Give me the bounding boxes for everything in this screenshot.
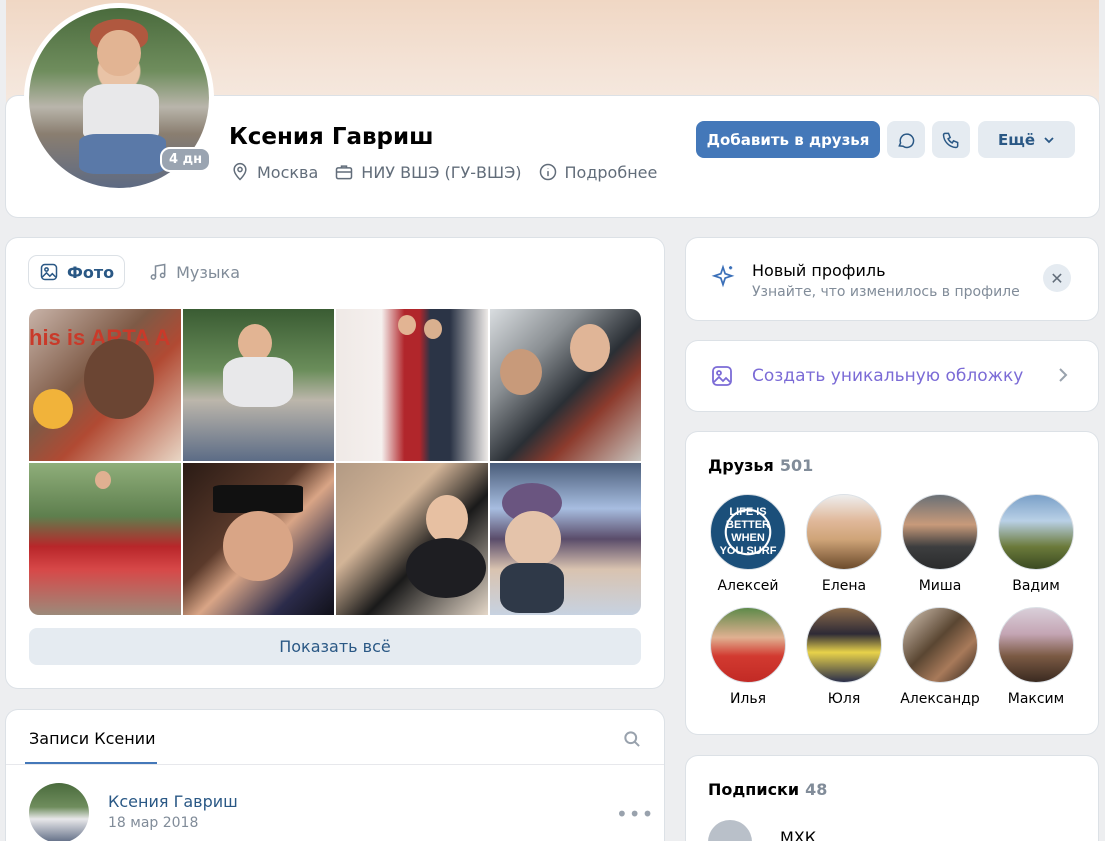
subscriptions-title-label: Подписки	[708, 780, 800, 799]
more-button-label: Ещё	[997, 130, 1035, 149]
new-profile-title: Новый профиль	[752, 261, 886, 280]
friend-item[interactable]: LIFE IS BETTER WHEN YOU SURF Алексей	[700, 494, 796, 594]
profile-name: Ксения Гавриш	[229, 124, 434, 150]
online-badge: 4 дн	[160, 147, 212, 172]
photo-thumbnail[interactable]	[29, 463, 181, 615]
profile-details-link[interactable]: Подробнее	[538, 162, 658, 182]
profile-university-label: НИУ ВШЭ (ГУ-ВШЭ)	[361, 162, 522, 182]
friend-avatar	[902, 607, 978, 683]
sparkle-icon	[711, 264, 735, 288]
friend-avatar	[806, 494, 882, 570]
profile-university[interactable]: НИУ ВШЭ (ГУ-ВШЭ)	[334, 162, 522, 182]
media-card: Фото Музыка his is ARTA A Показать всё	[6, 238, 664, 688]
profile-city-label: Москва	[257, 162, 319, 182]
search-icon[interactable]	[622, 729, 642, 749]
post-date[interactable]: 18 мар 2018	[108, 815, 198, 831]
friend-name: Миша	[918, 578, 962, 594]
create-cover-link[interactable]: Создать уникальную обложку	[686, 341, 1098, 411]
new-profile-subtitle: Узнайте, что изменилось в профиле	[752, 284, 1020, 300]
more-button[interactable]: Ещё	[978, 121, 1075, 158]
posts-divider	[6, 764, 664, 765]
friend-name: Максим	[1007, 691, 1065, 707]
photo-thumbnail[interactable]	[182, 463, 334, 615]
friends-title[interactable]: Друзья 501	[708, 456, 813, 475]
new-profile-banner[interactable]: Новый профиль Узнайте, что изменилось в …	[686, 238, 1098, 320]
profile-city[interactable]: Москва	[230, 162, 318, 182]
show-all-photos-button[interactable]: Показать всё	[29, 628, 641, 665]
music-note-icon	[150, 263, 166, 280]
image-icon	[40, 263, 58, 281]
photo-thumbnail[interactable]	[182, 309, 334, 461]
location-pin-icon	[233, 162, 247, 181]
image-icon	[712, 366, 732, 386]
message-button[interactable]	[887, 121, 925, 158]
friend-name: Юля	[827, 691, 861, 707]
photo-thumbnail[interactable]: his is ARTA A	[29, 309, 181, 461]
friend-avatar	[806, 607, 882, 683]
friend-name: Илья	[729, 691, 767, 707]
friend-name: Александр	[900, 691, 980, 707]
friend-name: Елена	[821, 578, 867, 594]
friend-avatar-text: LIFE IS BETTER WHEN YOU SURF	[719, 506, 777, 557]
friend-name: Алексей	[717, 578, 779, 594]
subscriptions-card: Подписки 48 МХК	[686, 756, 1098, 841]
friends-title-label: Друзья	[708, 456, 774, 475]
friend-avatar: LIFE IS BETTER WHEN YOU SURF	[710, 494, 786, 570]
friend-item[interactable]: Илья	[700, 607, 796, 707]
friend-avatar	[902, 494, 978, 570]
post-author-name[interactable]: Ксения Гавриш	[108, 792, 238, 811]
info-icon	[539, 163, 556, 181]
friends-grid: LIFE IS BETTER WHEN YOU SURF Алексей Еле…	[700, 494, 1084, 707]
chevron-right-icon	[1059, 368, 1068, 382]
friend-item[interactable]: Елена	[796, 494, 892, 594]
briefcase-icon	[336, 165, 353, 180]
create-cover-label: Создать уникальную обложку	[752, 366, 1024, 386]
friend-item[interactable]: Максим	[988, 607, 1084, 707]
friend-item[interactable]: Александр	[892, 607, 988, 707]
profile-details-label: Подробнее	[564, 162, 658, 182]
photo-thumbnail[interactable]	[336, 309, 488, 461]
photo-thumbnail[interactable]	[336, 463, 488, 615]
photo-thumbnail[interactable]	[489, 463, 641, 615]
friend-avatar	[710, 607, 786, 683]
friends-card: Друзья 501 LIFE IS BETTER WHEN YOU SURF А…	[686, 432, 1098, 734]
media-tabs: Фото Музыка	[29, 256, 250, 288]
tab-posts[interactable]: Записи Ксении	[29, 729, 155, 748]
post-author-avatar[interactable]	[29, 783, 89, 841]
tab-music[interactable]: Музыка	[138, 256, 250, 288]
chevron-down-icon	[1044, 136, 1054, 143]
photo-grid: his is ARTA A	[29, 309, 641, 615]
close-icon[interactable]: ✕	[1043, 264, 1071, 292]
call-button[interactable]	[932, 121, 970, 158]
tab-music-label: Музыка	[176, 262, 241, 282]
subscription-avatar[interactable]	[708, 820, 752, 841]
subscriptions-title[interactable]: Подписки 48	[708, 780, 827, 799]
friend-item[interactable]: Вадим	[988, 494, 1084, 594]
tab-photos-label: Фото	[67, 262, 115, 282]
friend-item[interactable]: Миша	[892, 494, 988, 594]
subscription-name[interactable]: МХК	[780, 828, 816, 841]
phone-icon	[942, 132, 959, 148]
posts-card: Записи Ксении Ксения Гавриш 18 мар 2018 …	[6, 710, 664, 841]
profile-info-row: Москва НИУ ВШЭ (ГУ-ВШЭ) Подробнее	[230, 162, 657, 182]
friend-name: Вадим	[1012, 578, 1060, 594]
friend-avatar	[998, 494, 1074, 570]
tab-photos[interactable]: Фото	[29, 256, 124, 288]
friends-count: 501	[779, 456, 814, 475]
message-bubble-icon	[898, 132, 915, 148]
photo-thumbnail[interactable]	[489, 309, 641, 461]
friend-avatar	[998, 607, 1074, 683]
add-friend-button[interactable]: Добавить в друзья	[696, 121, 880, 158]
post-more-icon[interactable]: •••	[616, 802, 654, 826]
friend-item[interactable]: Юля	[796, 607, 892, 707]
subscriptions-count: 48	[805, 780, 828, 799]
